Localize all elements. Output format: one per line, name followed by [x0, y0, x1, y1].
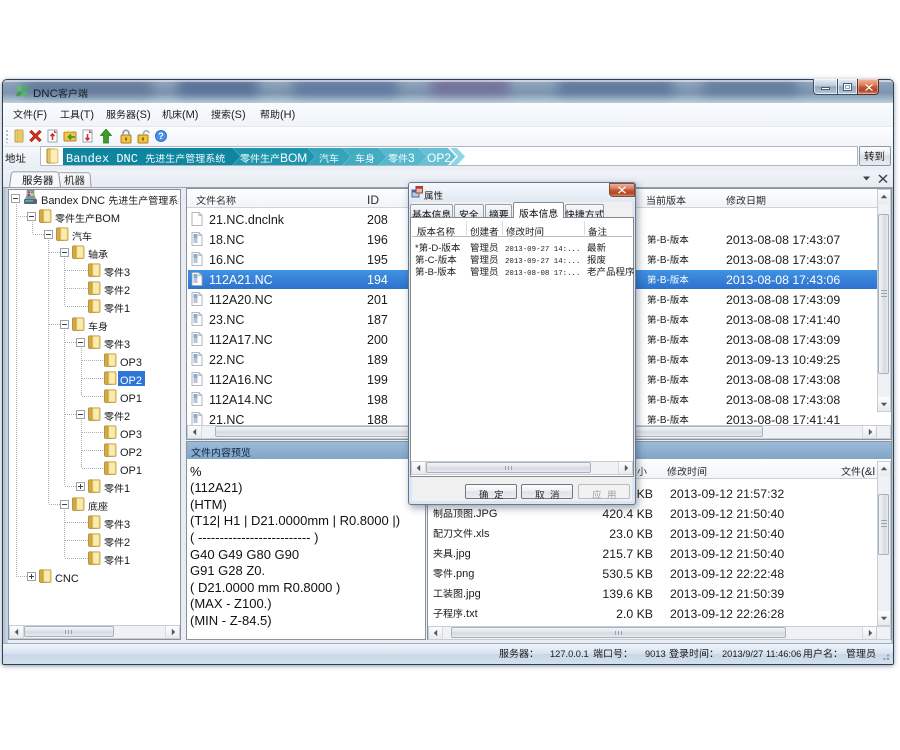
- svg-text:OP2: OP2: [120, 447, 142, 459]
- svg-text:-B-: -B-: [657, 375, 670, 386]
- svg-text:3: 3: [124, 339, 130, 351]
- svg-text:-B-: -B-: [657, 395, 670, 406]
- svg-text:(H): (H): [280, 109, 295, 121]
- svg-text:.JPG: .JPG: [473, 508, 497, 520]
- svg-text:OP1: OP1: [120, 393, 142, 405]
- svg-text:OP2: OP2: [427, 151, 451, 165]
- svg-text:-B-: -B-: [657, 315, 670, 326]
- svg-text:DNC: DNC: [33, 88, 58, 100]
- svg-text:2: 2: [124, 537, 130, 549]
- svg-text:.jpg: .jpg: [453, 548, 471, 560]
- svg-text:127.0.0.1: 127.0.0.1: [550, 649, 589, 659]
- svg-text:-B-: -B-: [657, 335, 670, 346]
- svg-text:-B-: -B-: [657, 235, 670, 246]
- svg-text:3: 3: [124, 267, 130, 279]
- svg-text:2: 2: [124, 285, 130, 297]
- svg-text:(S): (S): [231, 109, 246, 121]
- svg-text:BOM: BOM: [280, 151, 307, 165]
- svg-text:9013: 9013: [645, 649, 666, 659]
- svg-text:1: 1: [124, 303, 130, 315]
- svg-text:3: 3: [124, 519, 130, 531]
- svg-text:OP1: OP1: [120, 465, 142, 477]
- svg-text:.txt: .txt: [463, 608, 478, 620]
- svg-text:3: 3: [408, 151, 415, 165]
- svg-text:-B-: -B-: [657, 355, 670, 366]
- svg-text:(F): (F): [33, 109, 47, 121]
- svg-text:?: ?: [158, 131, 164, 141]
- svg-text:(T): (T): [80, 109, 94, 121]
- svg-text:2: 2: [124, 411, 130, 423]
- svg-text:OP3: OP3: [120, 357, 142, 369]
- svg-text:(M): (M): [182, 109, 198, 121]
- svg-text:-B-: -B-: [425, 267, 438, 278]
- svg-text:.png: .png: [453, 568, 474, 580]
- svg-text:(&l: (&l: [861, 466, 875, 478]
- svg-text:.xls: .xls: [473, 528, 490, 540]
- svg-text:OP3: OP3: [120, 429, 142, 441]
- svg-text:1: 1: [124, 483, 130, 495]
- svg-text:Bandex DNC: Bandex DNC: [41, 195, 108, 207]
- svg-text:CNC: CNC: [55, 573, 79, 585]
- svg-text:1: 1: [124, 555, 130, 567]
- svg-text:2013-08-08 17:...: 2013-08-08 17:...: [505, 270, 580, 278]
- svg-text:-B-: -B-: [657, 295, 670, 306]
- svg-text:Bandex DNC: Bandex DNC: [66, 152, 145, 166]
- svg-text:OP2: OP2: [120, 375, 142, 387]
- svg-text:-B-: -B-: [657, 255, 670, 266]
- svg-text:2013/9/27 11:46:06: 2013/9/27 11:46:06: [722, 649, 801, 659]
- svg-text:(S): (S): [136, 109, 151, 121]
- svg-text:-B-: -B-: [657, 275, 670, 286]
- svg-text:BOM: BOM: [95, 213, 120, 225]
- svg-text:.jpg: .jpg: [463, 588, 481, 600]
